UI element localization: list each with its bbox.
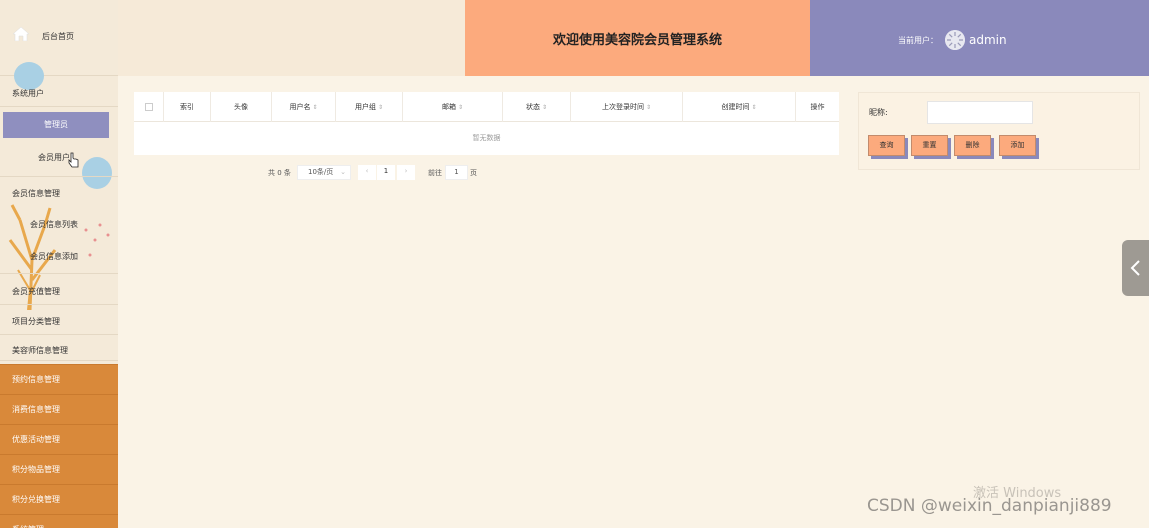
sidebar-item-category[interactable]: 项目分类管理	[0, 305, 118, 335]
column-header-email[interactable]: 邮箱 ⇕	[403, 92, 503, 122]
sidebar-home-label: 后台首页	[42, 32, 74, 41]
sort-icon: ⇕	[457, 104, 464, 111]
sidebar-item-label: 项目分类管理	[12, 317, 60, 326]
avatar[interactable]	[945, 30, 965, 50]
sort-icon: ⇕	[312, 104, 318, 111]
page-size-select[interactable]: 10条/页 ⌄	[297, 165, 351, 180]
cursor-icon	[68, 152, 79, 168]
table-header: 索引 头像 用户名 ⇕ 用户组 ⇕ 邮箱 ⇕ 状态 ⇕ 上次登录时间 ⇕ 创建时间 ⇕ 操作	[134, 92, 839, 122]
next-page-button[interactable]: ›	[397, 165, 415, 180]
current-user-label: 当前用户：	[898, 36, 938, 45]
sidebar-item-label: 会员信息管理	[12, 189, 60, 198]
query-button[interactable]: 查询	[868, 135, 905, 156]
sidebar-item-admin[interactable]: 管理员	[3, 112, 109, 138]
nickname-label: 昵称:	[869, 108, 888, 117]
search-panel: 昵称:	[858, 92, 1140, 170]
column-header-created[interactable]: 创建时间 ⇕	[683, 92, 796, 122]
sidebar-item-member-user[interactable]: 会员用户	[38, 152, 70, 163]
sort-icon: ⇕	[645, 104, 652, 111]
sidebar-item-member-list[interactable]: 会员信息列表	[30, 219, 78, 230]
empty-table-text: 暂无数据	[472, 134, 501, 142]
sidebar-item-beautician[interactable]: 美容师信息管理	[0, 335, 118, 361]
column-header-status[interactable]: 状态 ⇕	[503, 92, 571, 122]
column-header-username[interactable]: 用户名 ⇕	[272, 92, 336, 122]
collapse-panel-button[interactable]	[1122, 240, 1149, 296]
sort-icon: ⇕	[377, 104, 384, 111]
page-title: 欢迎使用美容院会员管理系统	[465, 0, 810, 76]
prev-page-button[interactable]: ‹	[358, 165, 376, 180]
sidebar-item-points-goods[interactable]: 积分物品管理	[0, 454, 118, 484]
sidebar-item-points-exchange[interactable]: 积分兑换管理	[0, 484, 118, 514]
sidebar-item-recharge[interactable]: 会员充值管理	[0, 275, 118, 305]
sidebar-item-member-add[interactable]: 会员信息添加	[30, 251, 78, 262]
sidebar-item-consumption[interactable]: 消费信息管理	[0, 394, 118, 424]
goto-label: 前往	[428, 169, 442, 177]
sort-icon: ⇕	[541, 104, 548, 111]
select-all-checkbox[interactable]	[134, 92, 164, 122]
user-table: 索引 头像 用户名 ⇕ 用户组 ⇕ 邮箱 ⇕ 状态 ⇕ 上次登录时间 ⇕ 创建时间 ⇕ 操作…	[134, 92, 839, 155]
username[interactable]: admin	[969, 33, 1007, 47]
delete-button[interactable]: 删除	[954, 135, 991, 156]
sidebar-item-label: 会员充值管理	[12, 287, 60, 296]
column-header-usergroup[interactable]: 用户组 ⇕	[336, 92, 403, 122]
column-header-last-login[interactable]: 上次登录时间 ⇕	[571, 92, 683, 122]
reset-button[interactable]: 重置	[911, 135, 948, 156]
add-button[interactable]: 添加	[999, 135, 1036, 156]
csdn-watermark: CSDN @weixin_danpianji889	[867, 496, 1112, 516]
pagination-total: 共 0 条	[268, 169, 291, 177]
header-left	[118, 0, 465, 76]
sidebar-item-promotion[interactable]: 优惠活动管理	[0, 424, 118, 454]
column-header-avatar: 头像	[211, 92, 272, 122]
sidebar-item-system-users[interactable]: 系统用户	[0, 77, 118, 107]
column-header-actions: 操作	[810, 103, 825, 111]
nickname-input[interactable]	[927, 101, 1033, 124]
chevron-left-icon	[1130, 260, 1140, 276]
sidebar-item-appointment[interactable]: 预约信息管理	[0, 364, 118, 394]
sidebar-home[interactable]: 后台首页	[0, 0, 118, 76]
sidebar-item-label: 系统用户	[12, 89, 44, 98]
home-icon	[13, 27, 29, 41]
header-user: 当前用户： admin	[810, 0, 1149, 76]
sort-icon: ⇕	[751, 104, 757, 111]
column-header-index: 索引	[164, 92, 211, 122]
page-unit-label: 页	[470, 169, 477, 177]
current-page[interactable]: 1	[377, 165, 395, 180]
sidebar: 后台首页 系统用户 管理员 会员用户 会员信息管理 会员信息列表 会员信息添加 …	[0, 0, 118, 528]
sidebar-item-label: 美容师信息管理	[12, 346, 68, 355]
chevron-down-icon: ⌄	[340, 168, 346, 176]
sidebar-item-system[interactable]: 系统管理	[0, 514, 118, 528]
goto-page-input[interactable]: 1	[445, 165, 468, 180]
